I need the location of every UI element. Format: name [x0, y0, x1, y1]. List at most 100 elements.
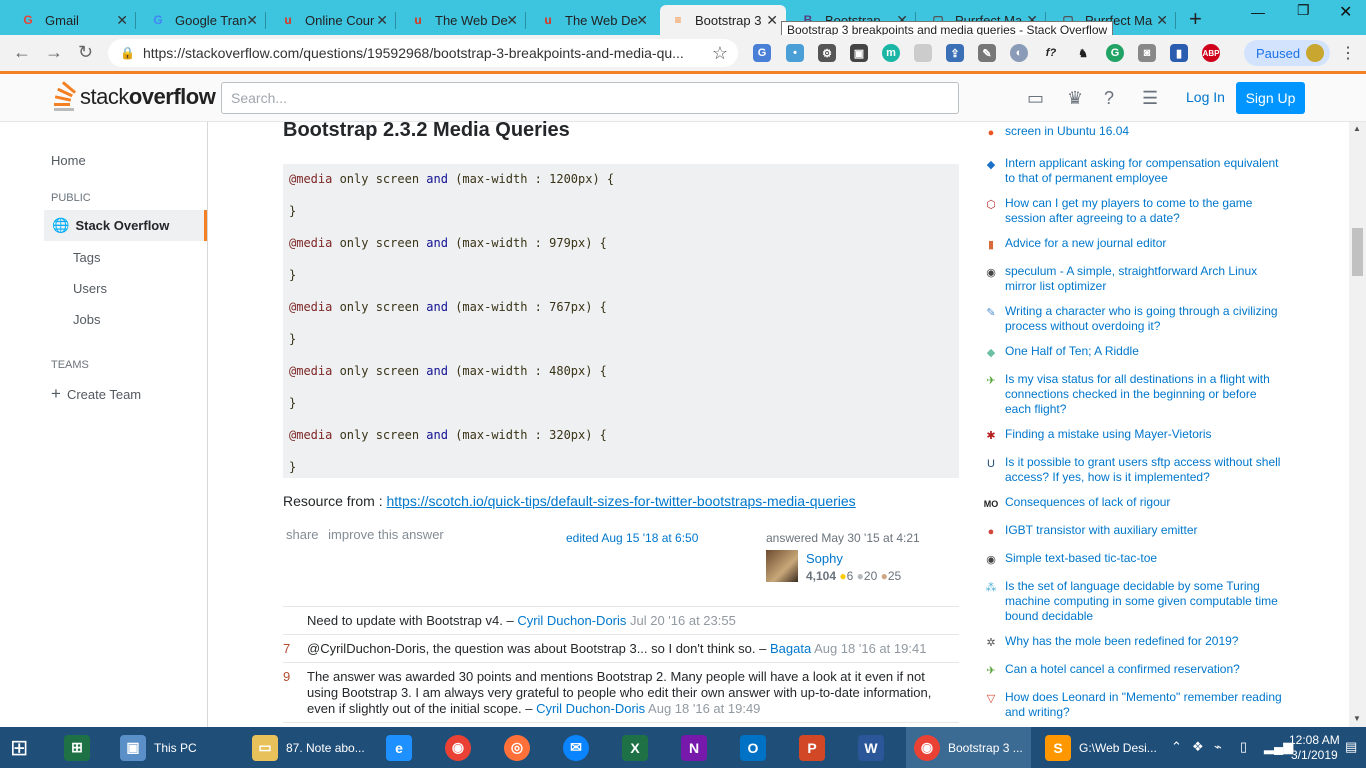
share-link[interactable]: share: [286, 527, 319, 542]
hot-question-item[interactable]: ▮ Advice for a new journal editor: [982, 236, 1282, 251]
translate-extension-icon[interactable]: G: [753, 44, 771, 62]
profile-paused-button[interactable]: Paused: [1244, 40, 1330, 66]
site-switcher-icon[interactable]: ☰: [1142, 88, 1158, 109]
hot-question-item[interactable]: ● screen in Ubuntu 16.04: [982, 124, 1282, 139]
thunderbird-app-icon[interactable]: ✉: [563, 727, 597, 768]
notifications-icon[interactable]: ▤: [1345, 739, 1357, 755]
login-link[interactable]: Log In: [1186, 89, 1225, 105]
hot-question-title[interactable]: How does Leonard in "Memento" remember r…: [1005, 690, 1282, 720]
settings-extension-icon[interactable]: ⚙: [818, 44, 836, 62]
adblock-extension-icon[interactable]: ABP: [1202, 44, 1220, 62]
reload-button[interactable]: ↻: [78, 42, 93, 63]
eyedropper-extension-icon[interactable]: ✎: [978, 44, 996, 62]
hot-question-item[interactable]: ⬡ How can I get my players to come to the…: [982, 196, 1282, 226]
hot-question-title[interactable]: Consequences of lack of rigour: [1005, 495, 1282, 510]
camera-extension-icon[interactable]: ◙: [1138, 44, 1156, 62]
hot-question-item[interactable]: ✈ Is my visa status for all destinations …: [982, 372, 1282, 417]
help-icon[interactable]: ?: [1104, 88, 1114, 109]
resource-link[interactable]: https://scotch.io/quick-tips/default-siz…: [386, 493, 855, 509]
comment-author-link[interactable]: Cyril Duchon-Doris: [536, 701, 645, 716]
close-tab-icon[interactable]: ✕: [116, 12, 128, 29]
inbox-icon[interactable]: ▭: [1027, 88, 1044, 109]
battery-tray-icon[interactable]: ▯: [1240, 739, 1247, 755]
word-app-icon[interactable]: W: [858, 727, 892, 768]
hot-question-title[interactable]: Is the set of language decidable by some…: [1005, 579, 1282, 624]
improve-answer-link[interactable]: improve this answer: [328, 527, 444, 542]
comment-author-link[interactable]: Cyril Duchon-Doris: [517, 613, 626, 628]
network-tray-icon[interactable]: ⌁: [1214, 739, 1222, 755]
close-tab-icon[interactable]: ✕: [1156, 12, 1168, 29]
hot-question-title[interactable]: Advice for a new journal editor: [1005, 236, 1282, 251]
hot-question-title[interactable]: Intern applicant asking for compensation…: [1005, 156, 1282, 186]
windows-start-icon[interactable]: ⊞: [10, 727, 28, 768]
new-tab-button[interactable]: +: [1189, 6, 1202, 32]
nav-users[interactable]: Users: [73, 281, 107, 296]
hot-question-item[interactable]: ● IGBT transistor with auxiliary emitter: [982, 523, 1282, 538]
whatfont-extension-icon[interactable]: f?: [1042, 44, 1060, 62]
extension-icon[interactable]: •: [786, 44, 804, 62]
taskbar-chrome-window[interactable]: ◉ Bootstrap 3 ...: [906, 727, 1031, 768]
achievements-trophy-icon[interactable]: ♛: [1067, 88, 1083, 109]
hot-question-item[interactable]: ◉ speculum - A simple, straightforward Ar…: [982, 264, 1282, 294]
hot-question-title[interactable]: Is it possible to grant users sftp acces…: [1005, 455, 1282, 485]
ninja-extension-icon[interactable]: ♞: [1074, 44, 1092, 62]
excel-app-icon[interactable]: X: [622, 727, 656, 768]
hot-question-title[interactable]: How can I get my players to come to the …: [1005, 196, 1282, 226]
extension-icon[interactable]: ◐: [1010, 44, 1028, 62]
extension-icon[interactable]: [914, 44, 932, 62]
browser-tab[interactable]: u The Web De ✕: [530, 5, 656, 35]
back-button[interactable]: ←: [13, 42, 31, 63]
dropbox-tray-icon[interactable]: ❖: [1192, 739, 1204, 755]
user-name-link[interactable]: Sophy: [806, 551, 843, 566]
comment-author-link[interactable]: Bagata: [770, 641, 811, 656]
taskbar-sublime-window[interactable]: S G:\Web Desi...: [1037, 727, 1162, 768]
nav-home[interactable]: Home: [51, 153, 86, 168]
hot-question-item[interactable]: U Is it possible to grant users sftp acce…: [982, 455, 1282, 485]
nav-stackoverflow[interactable]: 🌐 Stack Overflow: [44, 210, 207, 241]
maximize-button[interactable]: ❐: [1297, 2, 1310, 19]
hot-question-item[interactable]: ◉ Simple text-based tic-tac-toe: [982, 551, 1282, 566]
minimize-button[interactable]: —: [1251, 4, 1265, 20]
browser-tab[interactable]: ≡ Bootstrap 3 ✕: [660, 5, 786, 35]
browser-tab[interactable]: G Gmail ✕: [10, 5, 136, 35]
screenshot-extension-icon[interactable]: ▣: [850, 44, 868, 62]
nav-jobs[interactable]: Jobs: [73, 312, 100, 327]
hot-question-item[interactable]: ✲ Why has the mole been redefined for 201…: [982, 634, 1282, 649]
hot-question-title[interactable]: Writing a character who is going through…: [1005, 304, 1282, 334]
browser-tab[interactable]: u Online Cour ✕: [270, 5, 396, 35]
scroll-down-arrow-icon[interactable]: ▼: [1353, 714, 1361, 723]
tray-chevron-icon[interactable]: ⌃: [1171, 739, 1182, 755]
close-tab-icon[interactable]: ✕: [246, 12, 258, 29]
search-input[interactable]: Search...: [221, 82, 959, 114]
hot-question-title[interactable]: Is my visa status for all destinations i…: [1005, 372, 1282, 417]
browser-tab[interactable]: u The Web De ✕: [400, 5, 526, 35]
browser-menu-icon[interactable]: ⋮: [1340, 43, 1356, 63]
ie-app-icon[interactable]: e: [386, 727, 420, 768]
page-scrollbar[interactable]: ▲ ▼: [1349, 122, 1366, 727]
edited-link[interactable]: edited Aug 15 '18 at 6:50: [566, 531, 698, 545]
hot-question-item[interactable]: ✎ Writing a character who is going throug…: [982, 304, 1282, 334]
grammarly-extension-icon[interactable]: G: [1106, 44, 1124, 62]
system-clock[interactable]: 12:08 AM 3/1/2019: [1289, 733, 1340, 763]
hot-question-title[interactable]: Finding a mistake using Mayer-Vietoris: [1005, 427, 1282, 442]
firefox-app-icon[interactable]: ◎: [504, 727, 538, 768]
hot-question-item[interactable]: MO Consequences of lack of rigour: [982, 495, 1282, 510]
powerpoint-app-icon[interactable]: P: [799, 727, 833, 768]
chrome-app-icon[interactable]: ◉: [445, 727, 479, 768]
forward-button[interactable]: →: [45, 42, 63, 63]
hot-question-item[interactable]: ✈ Can a hotel cancel a confirmed reservat…: [982, 662, 1282, 677]
hot-question-title[interactable]: screen in Ubuntu 16.04: [1005, 124, 1282, 139]
bookmark-extension-icon[interactable]: ▮: [1170, 44, 1188, 62]
hot-question-title[interactable]: Can a hotel cancel a confirmed reservati…: [1005, 662, 1282, 677]
taskbar-this-pc[interactable]: ▣ This PC: [112, 727, 236, 768]
stackoverflow-logo[interactable]: stackoverflow: [50, 81, 216, 112]
hot-question-item[interactable]: ✱ Finding a mistake using Mayer-Vietoris: [982, 427, 1282, 442]
scroll-up-arrow-icon[interactable]: ▲: [1353, 124, 1361, 133]
hot-question-item[interactable]: ◆ Intern applicant asking for compensatio…: [982, 156, 1282, 186]
upload-extension-icon[interactable]: ⇪: [946, 44, 964, 62]
taskbar-folder[interactable]: ▭ 87. Note abo...: [244, 727, 368, 768]
hot-question-item[interactable]: ◆ One Half of Ten; A Riddle: [982, 344, 1282, 359]
user-avatar[interactable]: [766, 550, 798, 582]
hot-question-title[interactable]: speculum - A simple, straightforward Arc…: [1005, 264, 1282, 294]
browser-tab[interactable]: G Google Tran ✕: [140, 5, 266, 35]
